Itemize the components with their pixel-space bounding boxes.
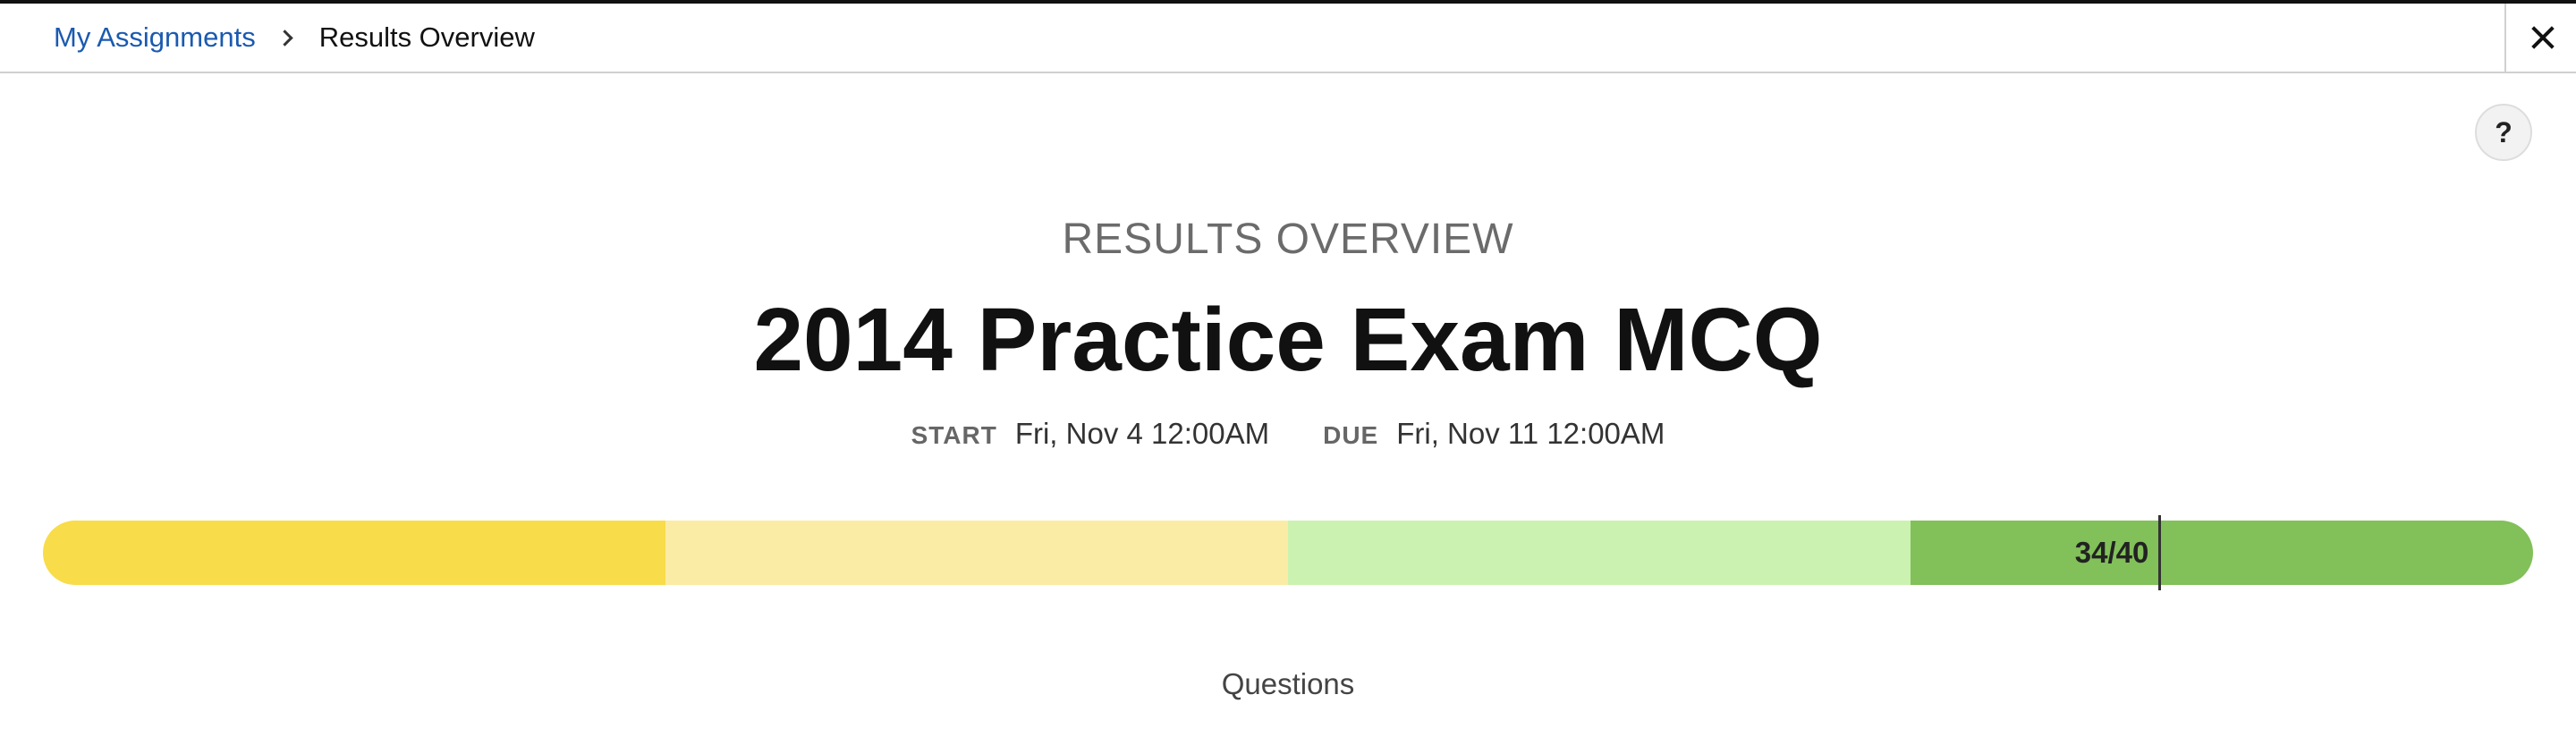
top-bar: My Assignments Results Overview: [0, 4, 2576, 73]
help-button[interactable]: ?: [2475, 104, 2532, 161]
breadcrumb-my-assignments-link[interactable]: My Assignments: [54, 21, 256, 54]
score-band-2: [665, 521, 1288, 585]
score-label: 34/40: [2074, 536, 2149, 569]
questions-heading: Questions: [1221, 667, 1355, 700]
page-title: 2014 Practice Exam MCQ: [753, 290, 1823, 390]
due-date: Fri, Nov 11 12:00AM: [1396, 417, 1665, 450]
start-date: Fri, Nov 4 12:00AM: [1014, 417, 1270, 450]
breadcrumb-current: Results Overview: [318, 21, 535, 53]
score-band-1: [43, 521, 665, 585]
page-overline: RESULTS OVERVIEW: [1062, 216, 1514, 263]
due-label: DUE: [1323, 421, 1379, 449]
score-marker: [2158, 515, 2162, 590]
chevron-right-icon: [276, 29, 293, 47]
close-button[interactable]: [2504, 4, 2576, 72]
breadcrumb: My Assignments Results Overview: [54, 4, 535, 72]
score-band-3: [1288, 521, 1911, 585]
help-icon: ?: [2495, 115, 2512, 148]
assignment-dates: START Fri, Nov 4 12:00AM DUE Fri, Nov 11…: [0, 417, 2576, 451]
start-label: START: [911, 421, 997, 449]
